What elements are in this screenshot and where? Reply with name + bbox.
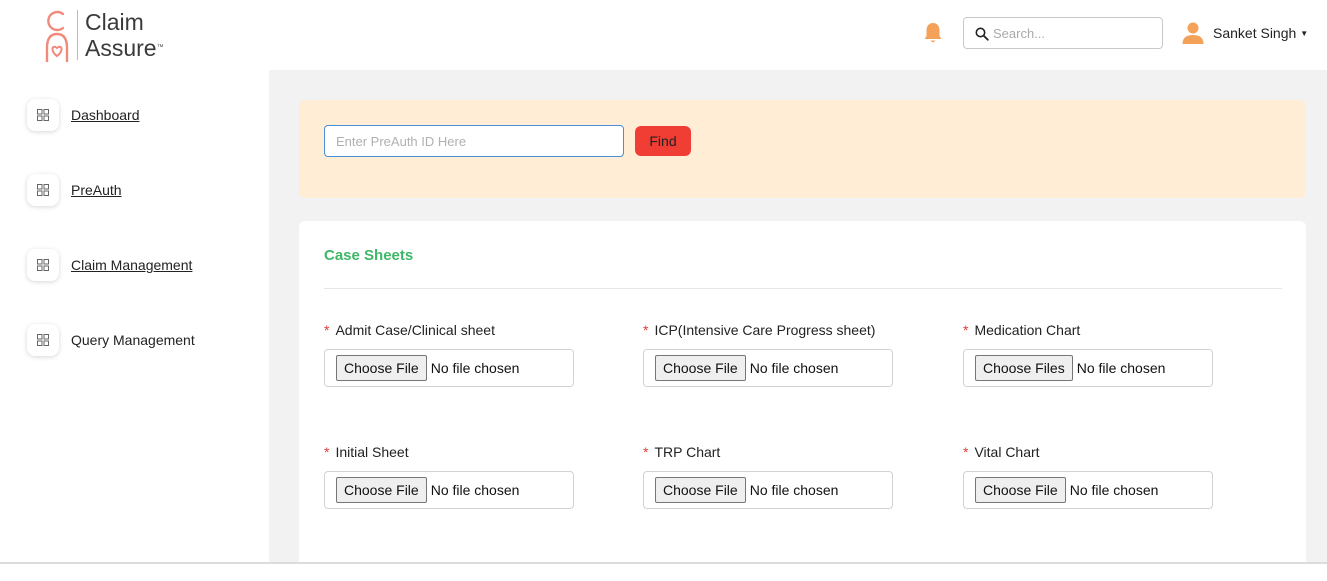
trademark-mark: ™ <box>156 44 164 51</box>
brand-line-2: Assure <box>85 35 157 61</box>
sidebar-item-label[interactable]: Dashboard <box>71 107 140 123</box>
field-label-text: Vital Chart <box>974 444 1040 460</box>
field-label: * Medication Chart <box>963 321 1213 339</box>
field-label-text: TRP Chart <box>654 444 721 460</box>
field-label: * Vital Chart <box>963 443 1213 461</box>
sidebar-item-label[interactable]: Claim Management <box>71 257 192 273</box>
sidebar-item-label[interactable]: PreAuth <box>71 182 122 198</box>
search-icon <box>975 27 989 41</box>
choose-file-button[interactable]: Choose File <box>975 477 1066 503</box>
caret-down-icon[interactable]: ▼ <box>1300 29 1308 38</box>
field-label: * Admit Case/Clinical sheet <box>324 321 574 339</box>
file-input[interactable]: Choose Files No file chosen <box>963 349 1213 387</box>
file-input[interactable]: Choose File No file chosen <box>963 471 1213 509</box>
file-input[interactable]: Choose File No file chosen <box>643 349 893 387</box>
grid-icon <box>27 174 59 206</box>
section-title: Case Sheets <box>324 247 414 264</box>
choose-file-button[interactable]: Choose File <box>336 477 427 503</box>
brand-line-1: Claim <box>85 9 144 35</box>
field-label-text: ICP(Intensive Care Progress sheet) <box>654 322 876 338</box>
file-input[interactable]: Choose File No file chosen <box>324 471 574 509</box>
field-label-text: Admit Case/Clinical sheet <box>335 322 495 338</box>
upload-field-initial-sheet: * Initial Sheet Choose File No file chose… <box>324 443 574 509</box>
choose-file-button[interactable]: Choose File <box>655 477 746 503</box>
grid-icon <box>27 99 59 131</box>
file-status: No file chosen <box>430 482 520 498</box>
upload-field-icp: * ICP(Intensive Care Progress sheet) Choo… <box>643 321 893 387</box>
field-label-text: Medication Chart <box>974 322 1081 338</box>
find-button[interactable]: Find <box>635 126 691 156</box>
brand-logo[interactable]: Claim Assure™ <box>40 8 180 64</box>
file-status: No file chosen <box>1076 360 1166 376</box>
user-name: Sanket Singh <box>1213 25 1297 41</box>
bell-icon[interactable] <box>922 21 944 45</box>
grid-icon <box>27 324 59 356</box>
required-mark: * <box>324 444 330 460</box>
required-mark: * <box>963 322 969 338</box>
required-mark: * <box>963 444 969 460</box>
upload-field-vital-chart: * Vital Chart Choose File No file chosen <box>963 443 1213 509</box>
sidebar-item-query-management[interactable]: Query Management <box>27 324 195 356</box>
file-input[interactable]: Choose File No file chosen <box>324 349 574 387</box>
upload-field-trp-chart: * TRP Chart Choose File No file chosen <box>643 443 893 509</box>
file-status: No file chosen <box>749 360 839 376</box>
choose-files-button[interactable]: Choose Files <box>975 355 1073 381</box>
logo-divider <box>77 10 78 60</box>
claim-assure-logo-icon <box>45 10 69 62</box>
field-label: * TRP Chart <box>643 443 893 461</box>
sidebar-item-label[interactable]: Query Management <box>71 332 195 348</box>
upload-field-medication-chart: * Medication Chart Choose Files No file c… <box>963 321 1213 387</box>
upload-field-admit-case: * Admit Case/Clinical sheet Choose File N… <box>324 321 574 387</box>
sidebar: Dashboard PreAuth Claim Management Query… <box>0 70 269 564</box>
sidebar-item-preauth[interactable]: PreAuth <box>27 174 122 206</box>
brand-name: Claim Assure™ <box>85 9 164 61</box>
preauth-id-input[interactable] <box>324 125 624 157</box>
field-label: * ICP(Intensive Care Progress sheet) <box>643 321 893 339</box>
grid-icon <box>27 249 59 281</box>
required-mark: * <box>643 444 649 460</box>
sidebar-item-dashboard[interactable]: Dashboard <box>27 99 140 131</box>
main-content: Find Case Sheets * Admit Case/Clinical sh… <box>269 70 1327 581</box>
case-sheets-card: Case Sheets * Admit Case/Clinical sheet C… <box>299 221 1306 581</box>
file-status: No file chosen <box>1069 482 1159 498</box>
required-mark: * <box>324 322 330 338</box>
section-divider <box>324 288 1282 289</box>
field-label: * Initial Sheet <box>324 443 574 461</box>
choose-file-button[interactable]: Choose File <box>655 355 746 381</box>
search-input[interactable] <box>993 23 1153 43</box>
choose-file-button[interactable]: Choose File <box>336 355 427 381</box>
search-box[interactable] <box>963 17 1163 49</box>
top-bar: Claim Assure™ Sanket Singh ▼ <box>0 0 1327 70</box>
file-input[interactable]: Choose File No file chosen <box>643 471 893 509</box>
preauth-finder-panel: Find <box>299 100 1306 198</box>
required-mark: * <box>643 322 649 338</box>
user-avatar-icon <box>1182 22 1204 44</box>
file-status: No file chosen <box>749 482 839 498</box>
sidebar-item-claim-management[interactable]: Claim Management <box>27 249 192 281</box>
field-label-text: Initial Sheet <box>335 444 409 460</box>
file-status: No file chosen <box>430 360 520 376</box>
user-menu[interactable]: Sanket Singh ▼ <box>1181 21 1308 45</box>
